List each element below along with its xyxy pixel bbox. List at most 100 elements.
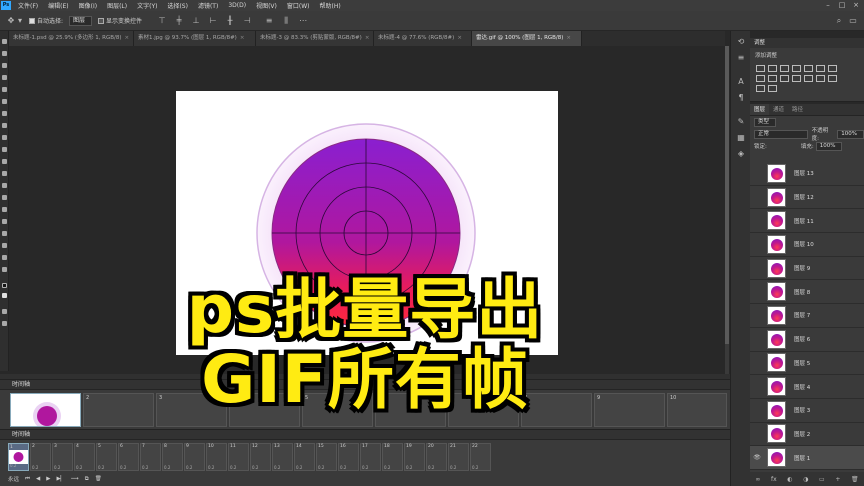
- fill-input[interactable]: 100%: [815, 141, 843, 151]
- show-transform-checkbox[interactable]: [98, 17, 105, 24]
- layer-row[interactable]: 图层 8: [750, 280, 864, 305]
- distribute-h-icon[interactable]: ⫼: [280, 15, 292, 27]
- menu-file[interactable]: 文件(F): [13, 1, 43, 10]
- menu-image[interactable]: 图像(I): [74, 1, 102, 10]
- prev-frame-icon[interactable]: ◀: [36, 476, 40, 482]
- brush-tool-icon[interactable]: [2, 123, 7, 128]
- frame-delay[interactable]: 0.2: [362, 465, 368, 470]
- frame-delay[interactable]: 0.2: [296, 465, 302, 470]
- auto-select-target-dropdown[interactable]: 图层: [69, 15, 93, 26]
- layer-style-icon[interactable]: fx: [771, 476, 777, 483]
- move-icon[interactable]: ✥: [5, 15, 17, 27]
- timeline-frame[interactable]: 9 0.2: [184, 443, 205, 471]
- timeline-frame[interactable]: 10: [667, 393, 727, 427]
- frame-delay[interactable]: 0.2: [120, 465, 126, 470]
- menu-filter[interactable]: 滤镜(T): [193, 1, 223, 10]
- brightness-icon[interactable]: [756, 65, 765, 72]
- timeline-frame[interactable]: 7 0.2: [140, 443, 161, 471]
- timeline-frame[interactable]: 22 0.2: [470, 443, 491, 471]
- delete-frame-icon[interactable]: 🗑: [95, 476, 102, 482]
- properties-icon[interactable]: ≡: [736, 53, 746, 63]
- menu-window[interactable]: 窗口(W): [282, 1, 315, 10]
- tab-sucai-1[interactable]: 素材1.jpg @ 93.7% (图层 1, RGB/8#) ×: [134, 31, 256, 46]
- layer-row[interactable]: 图层 13: [750, 162, 864, 186]
- invert-icon[interactable]: [804, 75, 813, 82]
- first-frame-icon[interactable]: ⏮: [25, 476, 30, 483]
- close-icon[interactable]: ×: [566, 35, 571, 41]
- minimize-icon[interactable]: –: [822, 0, 834, 11]
- tween-icon[interactable]: ⟿: [71, 476, 79, 482]
- close-icon[interactable]: ×: [457, 35, 462, 41]
- loop-dropdown[interactable]: 永远: [8, 475, 19, 483]
- frame-delay[interactable]: 0.2: [142, 465, 148, 470]
- menu-view[interactable]: 视图(V): [251, 1, 282, 10]
- color-lookup-icon[interactable]: [792, 75, 801, 82]
- opacity-input[interactable]: 100%: [837, 129, 864, 139]
- timeline-frame[interactable]: 4 0.2: [74, 443, 95, 471]
- frame-delay[interactable]: 0.2: [450, 465, 456, 470]
- timeline-frame[interactable]: 19 0.2: [404, 443, 425, 471]
- layer-row[interactable]: 图层 3: [750, 399, 864, 423]
- background-color-swatch[interactable]: [2, 293, 7, 298]
- scrollbar-thumb[interactable]: [725, 46, 729, 344]
- character-icon[interactable]: A: [736, 77, 746, 87]
- align-top-icon[interactable]: ⊤: [156, 15, 168, 27]
- swatches-icon[interactable]: ▦: [736, 133, 746, 143]
- add-mask-icon[interactable]: ◐: [787, 476, 792, 483]
- layer-row[interactable]: 图层 4: [750, 375, 864, 399]
- chevron-down-icon[interactable]: ▾: [17, 15, 23, 27]
- screen-mode-icon[interactable]: [2, 321, 7, 326]
- more-options-icon[interactable]: ⋯: [297, 15, 309, 27]
- align-right-icon[interactable]: ⊣: [241, 15, 253, 27]
- tab-radar-gif[interactable]: 雷达.gif @ 100% (图层 1, RGB/8) ×: [472, 31, 582, 46]
- frame-delay[interactable]: 0.2: [318, 465, 324, 470]
- menu-3d[interactable]: 3D(D): [223, 2, 251, 9]
- timeline-frame[interactable]: 7: [448, 393, 519, 427]
- workspace-icon[interactable]: ▭: [847, 15, 859, 27]
- frame-delay[interactable]: 0.2: [384, 465, 390, 470]
- frame-delay[interactable]: 0.2: [252, 465, 258, 470]
- timeline-frame[interactable]: 3: [156, 393, 227, 427]
- align-middle-icon[interactable]: ╪: [173, 15, 185, 27]
- tab-untitled-3[interactable]: 未标题-3 @ 83.3% (剪贴蒙版, RGB/8#) ×: [256, 31, 374, 46]
- exposure-icon[interactable]: [792, 65, 801, 72]
- frame-delay[interactable]: 0.2: [208, 465, 214, 470]
- auto-select-option[interactable]: 自动选择:: [29, 16, 63, 25]
- paragraph-icon[interactable]: ¶: [736, 93, 746, 103]
- tab-layers[interactable]: 图层: [750, 104, 770, 115]
- close-icon[interactable]: ×: [240, 35, 245, 41]
- show-transform-option[interactable]: 显示变换控件: [98, 16, 142, 25]
- tab-channels[interactable]: 通道: [769, 104, 788, 115]
- blur-tool-icon[interactable]: [2, 183, 7, 188]
- timeline-frame[interactable]: 21 0.2: [448, 443, 469, 471]
- frame-delay[interactable]: 0.2: [406, 465, 412, 470]
- hand-tool-icon[interactable]: [2, 255, 7, 260]
- selective-color-icon[interactable]: [768, 85, 777, 92]
- eye-icon[interactable]: 👁: [750, 454, 764, 461]
- layer-filter-dropdown[interactable]: 类型: [754, 117, 777, 127]
- zoom-tool-icon[interactable]: [2, 267, 7, 272]
- menu-layer[interactable]: 图层(L): [102, 1, 132, 10]
- frame-delay[interactable]: 0.2: [186, 465, 192, 470]
- layer-row[interactable]: 图层 11: [750, 209, 864, 234]
- timeline-frame[interactable]: 16 0.2: [338, 443, 359, 471]
- tab-paths[interactable]: 路径: [788, 104, 807, 115]
- timeline-frame[interactable]: 2 0.2: [30, 443, 51, 471]
- type-tool-icon[interactable]: [2, 219, 7, 224]
- threshold-icon[interactable]: [828, 75, 837, 82]
- timeline-frame[interactable]: 15 0.2: [316, 443, 337, 471]
- adjustments-tab[interactable]: 调整: [750, 38, 864, 48]
- layer-row[interactable]: 图层 7: [750, 304, 864, 328]
- frame-delay[interactable]: 0.2: [76, 465, 82, 470]
- path-select-tool-icon[interactable]: [2, 231, 7, 236]
- align-bottom-icon[interactable]: ⊥: [190, 15, 202, 27]
- crop-tool-icon[interactable]: [2, 87, 7, 92]
- align-left-icon[interactable]: ⊢: [207, 15, 219, 27]
- timeline-frame[interactable]: 2: [83, 393, 154, 427]
- play-icon[interactable]: ▶: [46, 476, 50, 482]
- eyedropper-tool-icon[interactable]: [2, 99, 7, 104]
- duplicate-frame-icon[interactable]: ⧉: [85, 476, 89, 483]
- timeline-frame[interactable]: 10 0.2: [206, 443, 227, 471]
- timeline-frame[interactable]: 8 0.2: [162, 443, 183, 471]
- layer-row[interactable]: 图层 12: [750, 186, 864, 210]
